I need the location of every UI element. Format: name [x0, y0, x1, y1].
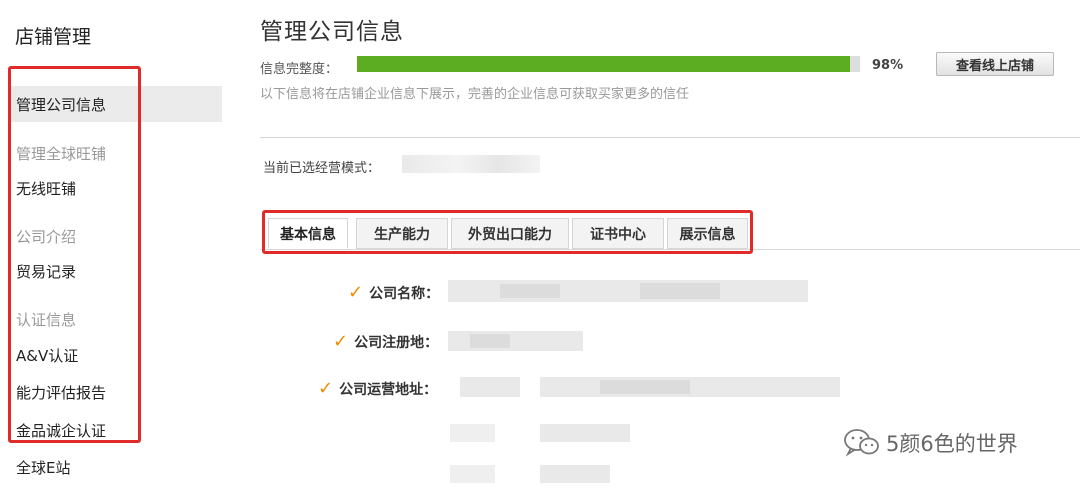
watermark: 5颜6色的世界: [842, 427, 1018, 459]
redaction-block: [500, 284, 560, 298]
sidebar-title: 店铺管理: [15, 26, 92, 48]
completeness-label: 信息完整度：: [260, 62, 339, 77]
wechat-icon: [844, 429, 879, 457]
view-online-store-button[interactable]: 查看线上店铺: [936, 52, 1054, 76]
check-icon: ✓: [333, 331, 349, 352]
redaction-block: [450, 424, 495, 442]
completeness-progress-bar: [357, 56, 860, 72]
tab-export-capacity[interactable]: 外贸出口能力: [451, 218, 569, 249]
sidebar-group-certification[interactable]: 认证信息: [16, 309, 76, 330]
redaction-block: [540, 424, 630, 442]
business-mode-value-redacted: [402, 155, 540, 173]
field-company-name: ✓ 公司名称：: [348, 282, 439, 303]
sidebar-group-company-intro[interactable]: 公司介绍: [16, 226, 76, 247]
completeness-percent: 98%: [872, 58, 904, 73]
tab-display-info[interactable]: 展示信息: [667, 218, 748, 249]
completeness-progress-fill: [357, 56, 850, 72]
field-label-registration-place: 公司注册地：: [354, 335, 439, 351]
page-title: 管理公司信息: [260, 19, 404, 45]
registration-place-value-redacted: [448, 331, 583, 351]
tab-bar: 基本信息 生产能力 外贸出口能力 证书中心 展示信息: [262, 210, 753, 254]
operating-address-value-redacted: [540, 377, 840, 397]
check-icon: ✓: [318, 378, 334, 399]
sidebar-group-global-store[interactable]: 管理全球旺铺: [16, 143, 106, 164]
field-operating-address: ✓ 公司运营地址：: [318, 378, 437, 399]
sidebar-item-trade-records[interactable]: 贸易记录: [16, 261, 76, 282]
tab-production-capacity[interactable]: 生产能力: [356, 218, 448, 249]
field-label-company-name: 公司名称：: [369, 286, 440, 302]
redaction-block: [470, 334, 510, 348]
business-mode-label: 当前已选经营模式：: [263, 161, 381, 176]
watermark-text: 5颜6色的世界: [886, 432, 1018, 456]
sidebar-item-capability-report[interactable]: 能力评估报告: [16, 382, 106, 403]
redaction-block: [640, 283, 720, 299]
section-divider: [260, 137, 1080, 138]
redaction-block: [600, 380, 690, 394]
sidebar-item-wireless-store[interactable]: 无线旺铺: [16, 178, 76, 199]
tab-basic-info[interactable]: 基本信息: [268, 218, 348, 249]
redaction-block: [450, 465, 495, 483]
sidebar-item-av-certification[interactable]: A&V认证: [16, 345, 78, 366]
tab-certificate-center[interactable]: 证书中心: [572, 218, 664, 249]
sidebar-item-manage-company-info[interactable]: 管理公司信息: [16, 94, 106, 115]
redaction-block: [540, 465, 610, 483]
sidebar-item-global-e-station[interactable]: 全球E站: [16, 457, 70, 478]
field-registration-place: ✓ 公司注册地：: [333, 331, 438, 352]
check-icon: ✓: [348, 282, 364, 303]
operating-address-value-redacted: [460, 377, 520, 397]
info-notice: 以下信息将在店铺企业信息下展示，完善的企业信息可获取买家更多的信任: [260, 87, 690, 102]
field-label-operating-address: 公司运营地址：: [339, 382, 438, 398]
sidebar-item-gold-supplier[interactable]: 金品诚企认证: [16, 420, 106, 441]
